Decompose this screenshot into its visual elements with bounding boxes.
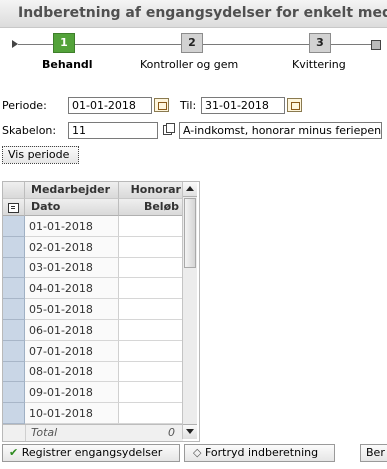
wizard-end-square-icon [371,40,381,50]
wizard-step-3[interactable]: 3 [309,33,331,53]
amount-cell[interactable] [119,403,183,424]
periode-from-input[interactable]: 01-01-2018 [68,97,152,114]
til-label: Til: [180,99,197,112]
date-cell[interactable]: 04-01-2018 [25,278,119,299]
check-icon: ✔ [9,446,19,459]
date-cell[interactable]: 02-01-2018 [25,237,119,258]
row-header[interactable] [3,382,25,403]
periode-label: Periode: [2,99,47,112]
row-header[interactable] [3,403,25,424]
date-cell[interactable]: 01-01-2018 [25,216,119,237]
total-row-header [3,425,26,441]
date-cell[interactable]: 08-01-2018 [25,362,119,382]
row-header[interactable] [3,299,25,320]
window-title: Indberetning af engangsydelser for enkel… [18,5,387,21]
lookup-icon[interactable] [163,123,175,135]
wizard-step-1-label: Behandl [42,58,93,71]
wizard-step-2-label: Kontroller og gem [140,58,239,71]
total-label: Total [31,426,58,439]
amount-cell[interactable] [119,237,183,258]
fortryd-label: Fortryd indberetning [204,446,319,459]
row-header[interactable] [3,216,25,237]
periode-to-input[interactable]: 31-01-2018 [201,97,285,114]
vis-periode-label: Vis periode [8,148,70,161]
registrer-button[interactable]: ✔ Registrer engangsydelser [2,444,180,462]
column-header-honorar[interactable]: Honorar [119,182,183,199]
scroll-down-arrow-icon[interactable] [183,424,197,439]
amount-cell[interactable] [119,341,183,362]
skabelon-label: Skabelon: [2,124,57,137]
row-header[interactable] [3,278,25,299]
grid-corner [3,182,25,199]
ber-button[interactable]: Ber [360,444,387,462]
wizard-line [203,44,309,45]
wizard: 1 2 3 Behandl Kontroller og gem Kvitteri… [0,30,387,74]
scroll-up-arrow-icon[interactable] [183,182,197,197]
amount-cell[interactable] [119,216,183,237]
date-cell[interactable]: 07-01-2018 [25,341,119,362]
row-header[interactable] [3,320,25,341]
total-value: 0 [168,426,175,439]
ber-label: Ber [366,446,385,459]
date-cell[interactable]: 10-01-2018 [25,403,119,424]
skabelon-input[interactable]: 11 [68,122,158,139]
wizard-step-3-label: Kvittering [292,58,346,71]
vis-periode-button[interactable]: Vis periode [2,146,79,164]
row-header[interactable] [3,258,25,278]
amount-cell[interactable] [119,278,183,299]
amount-cell[interactable] [119,320,183,341]
amount-cell[interactable] [119,362,183,382]
calendar-icon[interactable] [287,98,302,112]
grid-menu-icon[interactable] [3,199,25,216]
wizard-step-1[interactable]: 1 [53,33,75,53]
total-row: Total 0 [3,424,183,441]
wizard-line [75,44,181,45]
window-title-bar: Indberetning af engangsydelser for enkel… [0,0,387,28]
row-header[interactable] [3,237,25,258]
column-header-medarbejder[interactable]: Medarbejder [25,182,119,199]
column-header-beloeb[interactable]: Beløb [119,199,183,216]
date-cell[interactable]: 03-01-2018 [25,258,119,278]
date-cell[interactable]: 09-01-2018 [25,382,119,403]
column-header-dato[interactable]: Dato [25,199,119,216]
row-header[interactable] [3,341,25,362]
amount-cell[interactable] [119,382,183,403]
amount-cell[interactable] [119,299,183,320]
data-grid: Medarbejder Honorar Dato Beløb 01-01-201… [2,181,200,442]
grid-body: 01-01-2018 02-01-2018 03-01-2018 04-01-2018… [3,216,183,424]
wizard-step-2[interactable]: 2 [181,33,203,53]
registrer-label: Registrer engangsydelser [21,446,163,459]
amount-cell[interactable] [119,258,183,278]
skabelon-description: A-indkomst, honorar minus feriepenge [179,122,382,139]
wizard-line [18,44,53,45]
wizard-line [331,44,371,45]
diamond-icon: ◇ [193,446,202,459]
scroll-thumb[interactable] [184,198,196,268]
date-cell[interactable]: 05-01-2018 [25,299,119,320]
row-header[interactable] [3,362,25,382]
date-cell[interactable]: 06-01-2018 [25,320,119,341]
calendar-icon[interactable] [154,98,169,112]
grid-scrollbar[interactable] [182,182,197,439]
fortryd-button[interactable]: ◇ Fortryd indberetning [184,444,335,462]
